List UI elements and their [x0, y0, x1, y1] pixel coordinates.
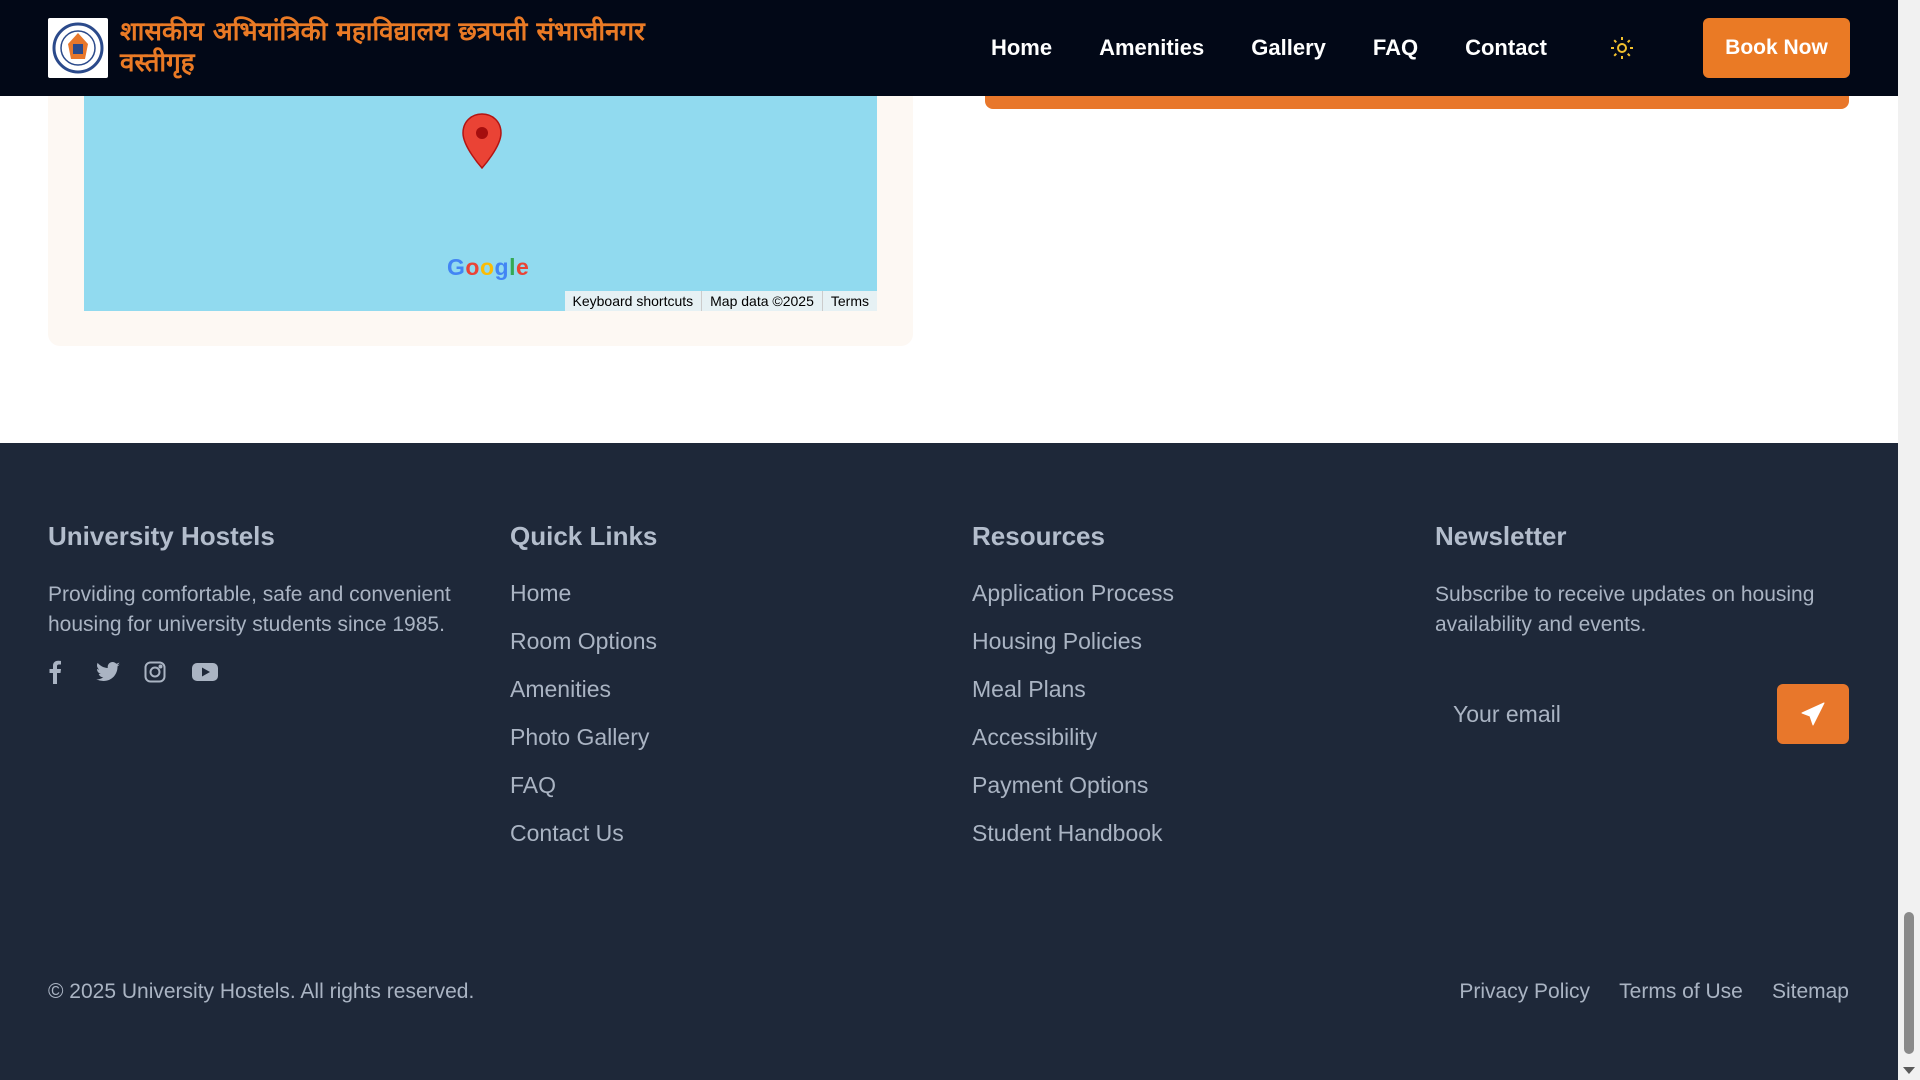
newsletter-text: Subscribe to receive updates on housing … — [1435, 583, 1815, 636]
paper-plane-icon — [1801, 702, 1825, 726]
terms-link[interactable]: Terms — [821, 291, 877, 311]
quick-link-room-options[interactable]: Room Options — [510, 628, 950, 676]
quick-link-contact-us[interactable]: Contact Us — [510, 820, 950, 868]
footer-about-text: Providing comfortable, safe and convenie… — [48, 583, 451, 636]
college-logo[interactable] — [48, 18, 108, 78]
nav-home[interactable]: Home — [991, 35, 1052, 61]
keyboard-shortcuts-link[interactable]: Keyboard shortcuts — [565, 291, 702, 311]
footer-resources: Resources Application Process Housing Po… — [972, 521, 1412, 868]
resources-heading: Resources — [972, 521, 1105, 551]
footer-about-heading: University Hostels — [48, 521, 275, 551]
footer-newsletter: Newsletter Subscribe to receive updates … — [1435, 521, 1849, 744]
terms-of-use-link[interactable]: Terms of Use — [1619, 980, 1743, 1003]
nav-contact[interactable]: Contact — [1465, 35, 1547, 61]
newsletter-email-input[interactable] — [1435, 684, 1777, 744]
main-nav: Home Amenities Gallery FAQ Contact — [991, 35, 1547, 61]
footer-bottom-bar: © 2025 University Hostels. All rights re… — [48, 980, 1849, 1004]
newsletter-submit-button[interactable] — [1777, 684, 1849, 744]
legal-links: Privacy Policy Terms of Use Sitemap — [1435, 980, 1849, 1004]
map-attribution: Keyboard shortcuts Map data ©2025 Terms — [564, 291, 877, 311]
google-logo: Google — [447, 254, 530, 280]
instagram-icon[interactable] — [144, 656, 192, 688]
footer-quick-links: Quick Links Home Room Options Amenities … — [510, 521, 950, 868]
map-pin-icon[interactable] — [461, 112, 503, 170]
resource-student-handbook[interactable]: Student Handbook — [972, 820, 1412, 868]
page-scrollbar[interactable] — [1898, 0, 1920, 1080]
resource-accessibility[interactable]: Accessibility — [972, 724, 1412, 772]
resource-housing-policies[interactable]: Housing Policies — [972, 628, 1412, 676]
nav-faq[interactable]: FAQ — [1373, 35, 1418, 61]
quick-links-list: Home Room Options Amenities Photo Galler… — [510, 580, 950, 868]
quick-link-photo-gallery[interactable]: Photo Gallery — [510, 724, 950, 772]
twitter-icon[interactable] — [96, 656, 144, 688]
college-emblem-icon — [52, 22, 104, 74]
footer-about: University Hostels Providing comfortable… — [48, 521, 468, 688]
youtube-icon[interactable] — [192, 656, 240, 688]
newsletter-form — [1435, 684, 1849, 744]
quick-links-heading: Quick Links — [510, 521, 658, 551]
sitemap-link[interactable]: Sitemap — [1772, 980, 1849, 1003]
book-now-button[interactable]: Book Now — [1703, 18, 1850, 78]
quick-link-amenities[interactable]: Amenities — [510, 676, 950, 724]
copyright-text: © 2025 University Hostels. All rights re… — [48, 980, 475, 1003]
resource-payment-options[interactable]: Payment Options — [972, 772, 1412, 820]
sun-icon[interactable] — [1609, 35, 1635, 61]
site-footer: University Hostels Providing comfortable… — [0, 443, 1898, 1080]
site-header: शासकीय अभियांत्रिकी महाविद्यालय छत्रपती … — [0, 0, 1898, 96]
quick-link-home[interactable]: Home — [510, 580, 950, 628]
privacy-policy-link[interactable]: Privacy Policy — [1459, 980, 1590, 1003]
scrollbar-thumb[interactable] — [1904, 912, 1914, 1054]
site-title[interactable]: शासकीय अभियांत्रिकी महाविद्यालय छत्रपती … — [120, 17, 700, 79]
resource-application-process[interactable]: Application Process — [972, 580, 1412, 628]
scroll-down-arrow-icon[interactable] — [1903, 1067, 1915, 1074]
google-map[interactable]: Google Keyboard shortcuts Map data ©2025… — [84, 96, 877, 311]
resources-list: Application Process Housing Policies Mea… — [972, 580, 1412, 868]
quick-link-faq[interactable]: FAQ — [510, 772, 950, 820]
nav-gallery[interactable]: Gallery — [1251, 35, 1326, 61]
resource-meal-plans[interactable]: Meal Plans — [972, 676, 1412, 724]
map-data-text: Map data ©2025 — [701, 291, 822, 311]
social-links — [48, 656, 468, 688]
facebook-icon[interactable] — [48, 656, 96, 688]
newsletter-heading: Newsletter — [1435, 521, 1567, 551]
nav-amenities[interactable]: Amenities — [1099, 35, 1204, 61]
